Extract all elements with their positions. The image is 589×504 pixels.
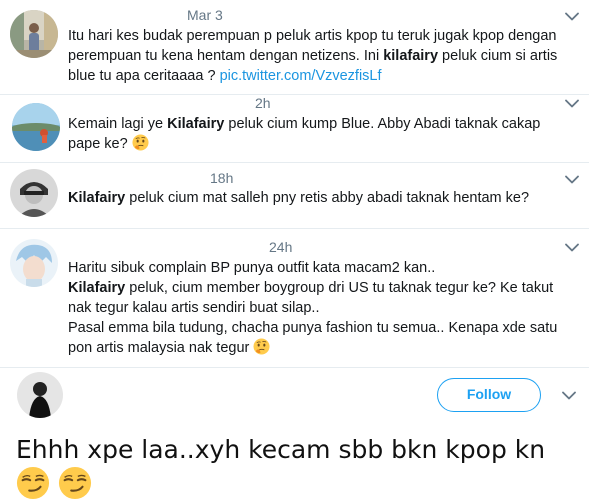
tweet-text: Itu hari kes budak perempuan p peluk art… bbox=[68, 26, 573, 86]
mention-kilafairy[interactable]: Kilafairy bbox=[68, 190, 125, 206]
tweet-timestamp[interactable]: 18h bbox=[210, 170, 233, 186]
caption-text: Ehhh xpe laa..xyh kecam sbb bkn kpop kn bbox=[16, 435, 546, 464]
chevron-down-icon[interactable] bbox=[565, 12, 579, 21]
tweet-2[interactable]: 2h Kemain lagi ye Kilafairy peluk cium k… bbox=[0, 95, 589, 163]
tweet-timestamp[interactable]: Mar 3 bbox=[187, 7, 223, 23]
avatar[interactable] bbox=[17, 372, 63, 418]
tweet-text-segment: Kemain lagi ye bbox=[68, 116, 168, 132]
tweet-text: Kemain lagi ye Kilafairy peluk cium kump… bbox=[68, 114, 568, 154]
tweet-1[interactable]: Mar 3 Itu hari kes budak perempuan p pel… bbox=[0, 0, 589, 95]
tweet-text-segment: Haritu sibuk complain BP punya outfit ka… bbox=[68, 260, 436, 276]
chevron-down-icon[interactable] bbox=[562, 391, 576, 400]
tweet-4[interactable]: 24h Haritu sibuk complain BP punya outfi… bbox=[0, 229, 589, 367]
avatar[interactable] bbox=[10, 169, 58, 217]
chevron-down-icon[interactable] bbox=[565, 99, 579, 108]
mention-kilafairy[interactable]: kilafairy bbox=[383, 48, 438, 64]
tweet-text-segment: peluk cium mat salleh pny retis abby aba… bbox=[125, 190, 530, 206]
chevron-down-icon[interactable] bbox=[565, 175, 579, 184]
avatar[interactable] bbox=[10, 239, 58, 287]
smirking-face-icon bbox=[58, 466, 92, 500]
thinking-face-icon bbox=[132, 134, 149, 151]
thinking-face-icon bbox=[253, 338, 270, 355]
tweet-text-segment: peluk, cium member boygroup dri US tu ta… bbox=[68, 280, 554, 316]
chevron-down-icon[interactable] bbox=[565, 243, 579, 252]
follow-button[interactable]: Follow bbox=[437, 378, 541, 412]
tweet-3[interactable]: 18h Kilafairy peluk cium mat salleh pny … bbox=[0, 163, 589, 228]
mention-kilafairy[interactable]: Kilafairy bbox=[167, 116, 224, 132]
smirking-face-icon bbox=[16, 466, 50, 500]
tweet-text: Kilafairy peluk cium mat salleh pny reti… bbox=[68, 188, 573, 208]
pic-link[interactable]: pic.twitter.com/VzvezfisLf bbox=[220, 68, 382, 84]
caption-comment: Ehhh xpe laa..xyh kecam sbb bkn kpop kn bbox=[16, 433, 586, 501]
tweet-timestamp[interactable]: 24h bbox=[269, 239, 292, 255]
tweet-text: Haritu sibuk complain BP punya outfit ka… bbox=[68, 258, 568, 358]
tweet-text-segment: Pasal emma bila tudung, chacha punya fas… bbox=[68, 320, 558, 356]
avatar[interactable] bbox=[12, 103, 60, 151]
tweet-timestamp[interactable]: 2h bbox=[255, 95, 271, 111]
avatar[interactable] bbox=[10, 10, 58, 58]
mention-kilafairy[interactable]: Kilafairy bbox=[68, 280, 125, 296]
